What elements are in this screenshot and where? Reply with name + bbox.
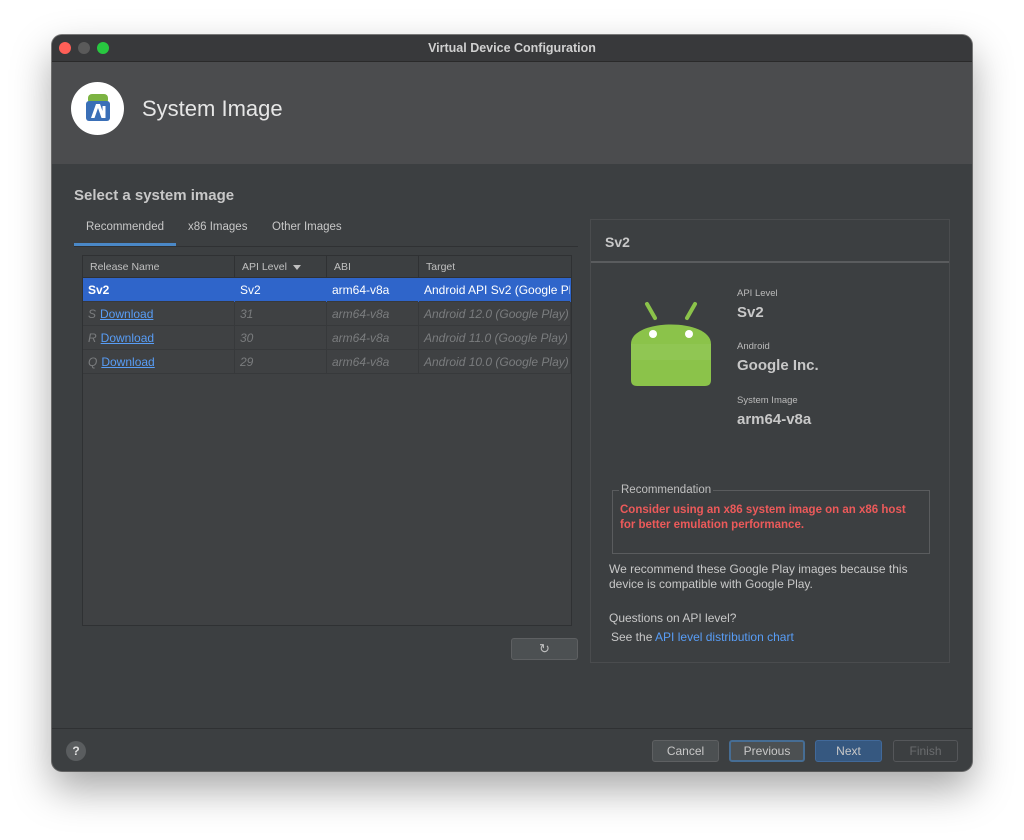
- table-row[interactable]: Sv2 Sv2 arm64-v8a Android API Sv2 (Googl…: [83, 278, 571, 302]
- footer-divider: [52, 728, 972, 729]
- image-detail-panel: Sv2 API Level Sv2 Android Google Inc. Sy…: [590, 219, 950, 663]
- recommendation-label: Recommendation: [619, 484, 714, 496]
- api-level-help: See the API level distribution chart: [611, 630, 794, 644]
- cancel-button[interactable]: Cancel: [652, 740, 719, 762]
- table-row[interactable]: S Download 31 arm64-v8a Android 12.0 (Goo…: [83, 302, 571, 326]
- table-row[interactable]: Q Download 29 arm64-v8a Android 10.0 (Goo…: [83, 350, 571, 374]
- minimize-window-button[interactable]: [78, 42, 90, 54]
- system-image-label: System Image: [737, 395, 798, 406]
- api-level-cell: 31: [235, 302, 327, 326]
- title-bar: Virtual Device Configuration: [52, 35, 972, 62]
- release-letter: R: [88, 331, 97, 345]
- target-cell: Android 10.0 (Google Play): [419, 350, 571, 374]
- column-header-label: API Level: [242, 261, 287, 273]
- tab-other-images[interactable]: Other Images: [272, 221, 342, 233]
- previous-button[interactable]: Previous: [729, 740, 805, 762]
- android-robot-icon: [629, 300, 713, 388]
- see-prefix: See the: [611, 630, 656, 644]
- tab-divider: [74, 246, 578, 247]
- table-header: Release Name API Level ABI Target: [83, 256, 571, 278]
- abi-cell: arm64-v8a: [327, 350, 419, 374]
- api-level-cell: Sv2: [235, 278, 327, 302]
- refresh-icon: ↻: [539, 641, 550, 656]
- page-title: System Image: [142, 96, 283, 121]
- dialog-window: Virtual Device Configuration System Imag…: [52, 35, 972, 771]
- api-level-value: Sv2: [737, 304, 764, 321]
- abi-cell: arm64-v8a: [327, 302, 419, 326]
- zoom-window-button[interactable]: [97, 42, 109, 54]
- release-name-cell: Q Download: [83, 350, 235, 374]
- release-name-cell: R Download: [83, 326, 235, 350]
- detail-title: Sv2: [605, 234, 630, 250]
- system-image-table: Release Name API Level ABI Target Sv2 Sv…: [82, 255, 572, 626]
- column-header-release-name[interactable]: Release Name: [83, 256, 235, 278]
- detail-divider: [591, 261, 949, 263]
- target-cell: Android 12.0 (Google Play): [419, 302, 571, 326]
- column-header-target[interactable]: Target: [419, 256, 571, 278]
- target-cell: Android 11.0 (Google Play): [419, 326, 571, 350]
- column-header-api-level[interactable]: API Level: [235, 256, 327, 278]
- sort-descending-icon: [292, 264, 301, 270]
- android-value: Google Inc.: [737, 357, 819, 374]
- android-studio-logo-icon: [71, 82, 124, 135]
- tab-x86-images[interactable]: x86 Images: [188, 221, 247, 233]
- wizard-header: System Image: [52, 62, 972, 164]
- release-name-cell: S Download: [83, 302, 235, 326]
- help-button[interactable]: ?: [66, 741, 86, 761]
- abi-cell: arm64-v8a: [327, 278, 419, 302]
- tab-recommended[interactable]: Recommended: [86, 221, 164, 233]
- release-name-cell: Sv2: [83, 278, 235, 302]
- window-title: Virtual Device Configuration: [428, 41, 596, 55]
- api-level-label: API Level: [737, 288, 778, 299]
- next-button[interactable]: Next: [815, 740, 882, 762]
- finish-button: Finish: [893, 740, 958, 762]
- google-play-note: We recommend these Google Play images be…: [609, 562, 908, 591]
- release-letter: S: [88, 307, 97, 321]
- system-image-value: arm64-v8a: [737, 411, 812, 428]
- api-level-question: Questions on API level?: [609, 611, 737, 625]
- api-level-cell: 30: [235, 326, 327, 350]
- android-label: Android: [737, 341, 770, 352]
- abi-cell: arm64-v8a: [327, 326, 419, 350]
- recommendation-box: Recommendation Consider using an x86 sys…: [612, 484, 930, 554]
- api-level-cell: 29: [235, 350, 327, 374]
- refresh-button[interactable]: ↻: [511, 638, 578, 660]
- table-row[interactable]: R Download 30 arm64-v8a Android 11.0 (Goo…: [83, 326, 571, 350]
- release-letter: Q: [88, 355, 98, 369]
- column-header-abi[interactable]: ABI: [327, 256, 419, 278]
- download-link[interactable]: Download: [100, 307, 153, 321]
- close-window-button[interactable]: [59, 42, 71, 54]
- download-link[interactable]: Download: [101, 331, 154, 345]
- recommendation-warning: Consider using an x86 system image on an…: [620, 504, 906, 531]
- section-title: Select a system image: [74, 187, 235, 204]
- api-distribution-chart-link[interactable]: API level distribution chart: [655, 630, 794, 644]
- target-cell: Android API Sv2 (Google Play): [419, 278, 571, 302]
- download-link[interactable]: Download: [101, 355, 154, 369]
